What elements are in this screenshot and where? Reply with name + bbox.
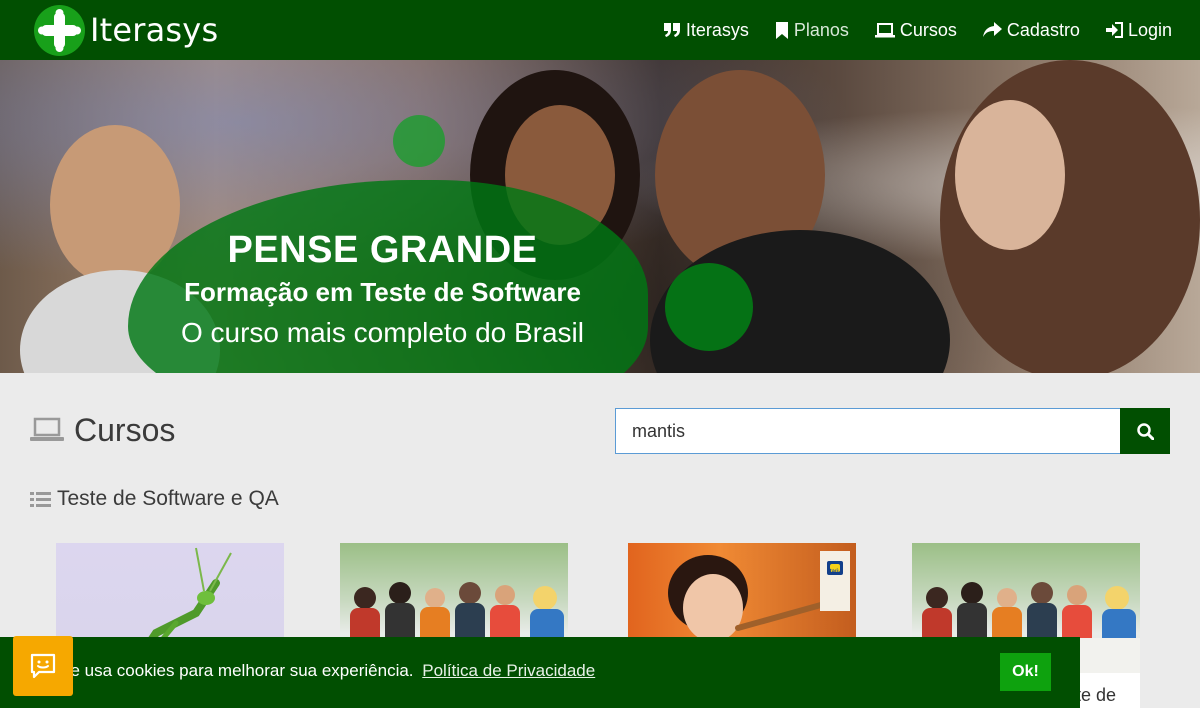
search-button[interactable] bbox=[1120, 408, 1170, 454]
cookie-message-text: ite usa cookies para melhorar sua experi… bbox=[62, 661, 414, 680]
chat-button[interactable] bbox=[13, 636, 73, 696]
nav-item-label: Login bbox=[1127, 19, 1172, 40]
nav-item-login[interactable]: Login bbox=[1105, 19, 1172, 41]
list-icon bbox=[30, 491, 51, 507]
cookie-message: ite usa cookies para melhorar sua experi… bbox=[62, 661, 595, 681]
nav-item-label: Iterasys bbox=[685, 19, 749, 40]
top-navbar: Iterasys Iterasys Planos Cursos Cadastro… bbox=[0, 0, 1200, 60]
hero-tagline: O curso mais completo do Brasil bbox=[180, 317, 585, 348]
cookie-consent-bar: ite usa cookies para melhorar sua experi… bbox=[0, 637, 1080, 708]
nav-item-cursos[interactable]: Cursos bbox=[874, 19, 957, 41]
nav-item-label: Cadastro bbox=[1006, 19, 1080, 40]
search-form bbox=[615, 408, 1170, 454]
share-icon bbox=[982, 22, 1002, 37]
hero-title: PENSE GRANDE bbox=[227, 229, 538, 271]
page-title: Cursos bbox=[30, 408, 175, 452]
sign-in-icon bbox=[1105, 22, 1123, 38]
hero-subtitle: Formação em Teste de Software bbox=[184, 277, 581, 307]
nav-item-planos[interactable]: Planos bbox=[775, 20, 849, 41]
hero-green-circle-small bbox=[393, 115, 445, 167]
laptop-icon bbox=[30, 417, 64, 441]
nav-item-label: Planos bbox=[793, 19, 849, 40]
hero-text: PENSE GRANDE Formação em Teste de Softwa… bbox=[140, 228, 625, 354]
hero-banner: PENSE GRANDE Formação em Teste de Softwa… bbox=[0, 60, 1200, 373]
itau-badge: Itaú bbox=[828, 569, 839, 575]
bookmark-icon bbox=[775, 21, 788, 39]
search-icon bbox=[1136, 422, 1154, 440]
laptop-icon bbox=[874, 22, 895, 37]
brand-name: Iterasys bbox=[90, 11, 219, 49]
privacy-policy-link[interactable]: Política de Privacidade bbox=[422, 661, 595, 680]
course-card-title-text: te de bbox=[1075, 685, 1116, 705]
brand-logo-icon bbox=[34, 4, 85, 56]
hero-green-circle-right bbox=[665, 263, 753, 351]
nav-item-cadastro[interactable]: Cadastro bbox=[982, 19, 1080, 41]
cookie-ok-button[interactable]: Ok! bbox=[1000, 653, 1051, 691]
chat-icon bbox=[30, 653, 56, 679]
category-title: Teste de Software e QA bbox=[30, 484, 279, 514]
nav-item-label: Cursos bbox=[899, 19, 957, 40]
nav-item-iterasys[interactable]: Iterasys bbox=[663, 20, 749, 41]
category-label: Teste de Software e QA bbox=[57, 487, 279, 510]
search-input[interactable] bbox=[615, 408, 1120, 454]
page-title-label: Cursos bbox=[74, 411, 176, 448]
quote-icon bbox=[663, 23, 680, 37]
main-nav: Iterasys Planos Cursos Cadastro Login bbox=[637, 0, 1172, 60]
hero-person-far-right-face bbox=[955, 100, 1065, 250]
brand-link[interactable]: Iterasys bbox=[34, 4, 219, 56]
